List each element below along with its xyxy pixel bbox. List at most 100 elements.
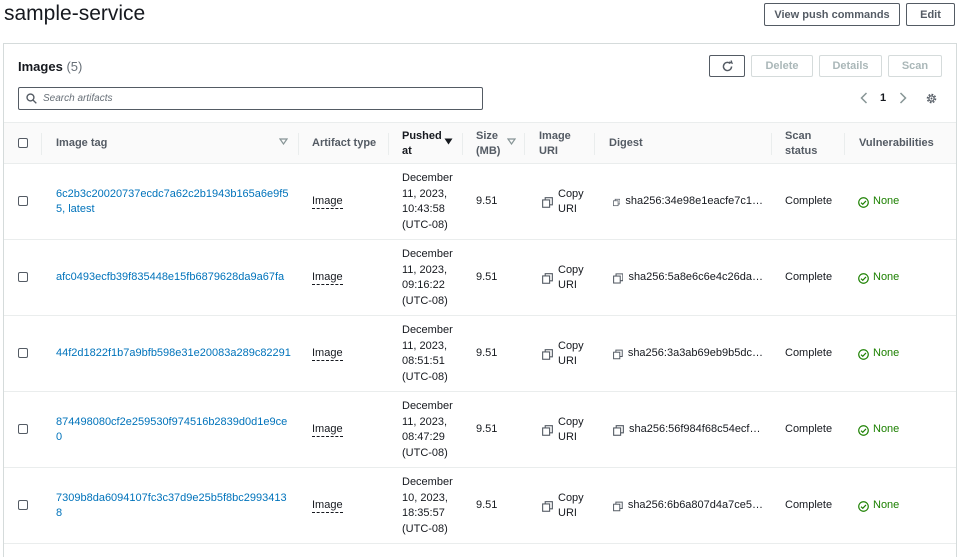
copy-icon[interactable]	[613, 349, 623, 360]
copy-icon[interactable]	[613, 197, 621, 208]
vulnerability-status[interactable]: None	[858, 422, 899, 438]
copy-icon[interactable]	[613, 501, 623, 512]
next-page-button[interactable]	[896, 90, 910, 106]
vulnerabilities-cell: None	[858, 468, 948, 544]
copy-uri-button[interactable]: Copy URI	[542, 164, 588, 240]
vulnerability-label: None	[873, 195, 900, 208]
image-tag-cell: afc0493ecfb39f835448e15fb6879628da9a67fa	[56, 240, 292, 316]
check-circle-icon	[858, 272, 869, 284]
copy-icon	[542, 500, 553, 512]
artifact-type-label[interactable]: Image	[312, 347, 343, 361]
image-tag-link[interactable]: 6c2b3c20020737ecdc7a62c2b1943b165a6e9f55…	[56, 187, 292, 218]
vulnerabilities-cell: None	[858, 392, 948, 468]
pushed-at-line: December	[402, 476, 453, 488]
image-tag-link[interactable]: afc0493ecfb39f835448e15fb6879628da9a67fa	[56, 270, 284, 286]
vulnerability-label: None	[873, 271, 900, 284]
view-push-commands-button[interactable]: View push commands	[764, 3, 900, 26]
page-number[interactable]: 1	[876, 90, 890, 106]
pushed-at-line: December	[402, 400, 453, 412]
image-tag-link[interactable]: 7309b8da6094107fc3c37d9e25b5f8bc29934138	[56, 491, 292, 522]
row-checkbox[interactable]	[18, 348, 28, 358]
scan-status-cell: Complete	[785, 347, 833, 360]
copy-icon	[542, 272, 553, 284]
digest-cell: sha256:5a8e6c6e4c26da…	[613, 240, 763, 316]
pushed-at-line: 11, 2023,	[402, 339, 448, 352]
table-row[interactable]: afc0493ecfb39f835448e15fb6879628da9a67fa…	[4, 240, 956, 316]
pushed-at-line: 18:35:57	[402, 507, 445, 519]
copy-uri-label: Copy URI	[558, 263, 584, 292]
image-tag-link[interactable]: 874498080cf2e259530f974516b2839d0d1e9ce0	[56, 415, 292, 446]
row-checkbox[interactable]	[18, 196, 28, 206]
vulnerability-status[interactable]: None	[858, 194, 899, 210]
scan-button[interactable]: Scan	[888, 55, 942, 77]
vulnerability-status[interactable]: None	[858, 270, 899, 286]
table-row[interactable]: 6c2b3c20020737ecdc7a62c2b1943b165a6e9f55…	[4, 164, 956, 240]
column-header-image-uri: Image URI	[539, 129, 571, 157]
previous-page-button[interactable]	[857, 90, 871, 106]
artifact-type-label[interactable]: Image	[312, 499, 343, 513]
table-row[interactable]: 874498080cf2e259530f974516b2839d0d1e9ce0…	[4, 392, 956, 468]
scan-status-cell: Complete	[785, 499, 833, 512]
pushed-at-cell: December 11, 2023, 09:16:22 (UTC-08)	[402, 240, 458, 316]
delete-button[interactable]: Delete	[751, 55, 813, 77]
copy-uri-label: Copy URI	[558, 339, 584, 368]
copy-icon[interactable]	[613, 272, 624, 284]
digest-value: sha256:3a3ab69eb9b5dc…	[627, 347, 763, 360]
column-header-artifact-type[interactable]: Artifact type	[312, 123, 387, 164]
column-header-vulnerabilities: Vulnerabilities	[859, 137, 934, 149]
pushed-at-line: 08:47:29	[402, 431, 445, 443]
size-cell: 9.51	[476, 195, 498, 208]
artifact-type-label[interactable]: Image	[312, 423, 343, 437]
image-tag-link[interactable]: 44f2d1822f1b7a9bfb598e31e20083a289c82291	[56, 346, 291, 362]
row-checkbox[interactable]	[18, 500, 28, 510]
table-row[interactable]: 44f2d1822f1b7a9bfb598e31e20083a289c82291…	[4, 316, 956, 392]
column-header-image-tag[interactable]: Image tag	[56, 123, 246, 164]
image-tag-cell: 874498080cf2e259530f974516b2839d0d1e9ce0	[56, 392, 292, 468]
vulnerability-status[interactable]: None	[858, 498, 899, 514]
vulnerability-status[interactable]: None	[858, 346, 899, 362]
row-checkbox[interactable]	[18, 272, 28, 282]
images-panel: Images (5) Delete Details Scan 1	[3, 43, 957, 557]
edit-button[interactable]: Edit	[906, 3, 955, 26]
pushed-at-line: December	[402, 324, 453, 336]
search-input[interactable]	[43, 93, 463, 104]
artifact-type-label[interactable]: Image	[312, 271, 343, 285]
column-header-digest: Digest	[609, 137, 643, 149]
artifact-type-cell: Image	[312, 468, 382, 544]
details-button[interactable]: Details	[819, 55, 882, 77]
image-count: (5)	[66, 59, 83, 74]
artifact-type-label[interactable]: Image	[312, 195, 343, 209]
row-checkbox[interactable]	[18, 424, 28, 434]
table-row[interactable]: 7309b8da6094107fc3c37d9e25b5f8bc29934138…	[4, 468, 956, 544]
pushed-at-line: (UTC-08)	[402, 446, 448, 459]
refresh-button[interactable]	[709, 55, 745, 77]
sort-caret-icon	[279, 138, 288, 145]
copy-uri-button[interactable]: Copy URI	[542, 316, 588, 392]
select-all-checkbox[interactable]	[18, 138, 28, 148]
scan-status-cell: Complete	[785, 423, 833, 436]
digest-cell: sha256:3a3ab69eb9b5dc…	[613, 316, 763, 392]
check-circle-icon	[858, 348, 869, 360]
column-header-size[interactable]: Size (MB)	[476, 123, 504, 164]
artifact-type-cell: Image	[312, 240, 382, 316]
scan-status-cell: Complete	[785, 271, 833, 284]
copy-uri-button[interactable]: Copy URI	[542, 392, 588, 468]
copy-icon[interactable]	[613, 424, 624, 436]
check-circle-icon	[858, 500, 869, 512]
vulnerabilities-cell: None	[858, 316, 948, 392]
artifact-type-cell: Image	[312, 164, 382, 240]
copy-uri-button[interactable]: Copy URI	[542, 240, 588, 316]
panel-title-label: Images	[18, 59, 63, 74]
preferences-button[interactable]	[923, 90, 939, 106]
copy-uri-label: Copy URI	[558, 415, 584, 444]
copy-uri-button[interactable]: Copy URI	[542, 468, 588, 544]
column-header-scan-status: Scan status	[785, 129, 818, 157]
chevron-left-icon	[860, 92, 868, 104]
pushed-at-line: (UTC-08)	[402, 522, 448, 535]
pushed-at-line: 09:16:22	[402, 279, 445, 291]
column-header-pushed-at[interactable]: Pushed at	[402, 123, 442, 164]
search-box[interactable]	[18, 87, 483, 110]
pushed-at-line: 10, 2023,	[402, 491, 448, 504]
pushed-at-cell: December 10, 2023, 18:35:57 (UTC-08)	[402, 468, 458, 544]
digest-cell: sha256:56f984f68c54ecf…	[613, 392, 763, 468]
